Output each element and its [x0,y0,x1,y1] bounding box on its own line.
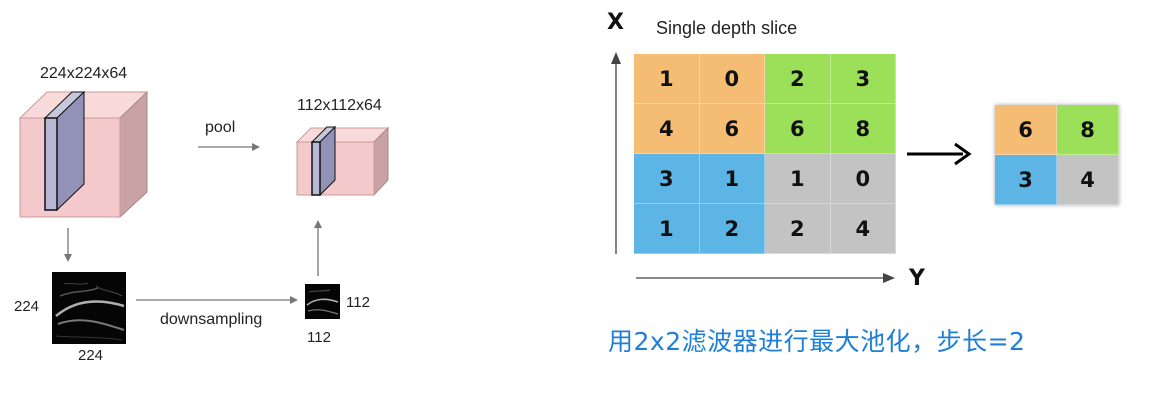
max-pooling-caption: 用2x2滤波器进行最大池化，步长=2 [608,327,1026,356]
down-arrow [64,228,72,262]
output-volume [295,126,390,197]
input-cell-r4-c4: 4 [830,204,896,254]
output-grid: 6834 [995,105,1119,205]
input-volume-label: 224x224x64 [40,65,128,82]
y-axis-label: Y [909,266,925,291]
input-cell-r1-c3: 2 [765,54,831,104]
input-slice-width-label: 224 [78,347,104,364]
x-axis-arrow [611,52,621,254]
input-cell-r3-c3: 1 [765,154,831,204]
y-axis-arrow [636,273,895,283]
input-cell-r1-c2: 0 [699,54,765,104]
output-volume-label: 112x112x64 [297,97,382,114]
input-cell-r1-c4: 3 [830,54,896,104]
input-cell-r4-c2: 2 [699,204,765,254]
input-cell-r1-c1: 1 [634,54,700,104]
output-cell-r1-c1: 6 [995,105,1057,155]
output-cell-r2-c1: 3 [995,155,1057,205]
pool-label: pool [205,119,236,136]
downsampling-arrow [136,296,298,304]
output-slice-height-label: 112 [346,294,370,311]
input-cell-r3-c4: 0 [830,154,896,204]
output-slice-width-label: 112 [307,329,331,346]
single-depth-slice-title: Single depth slice [656,18,798,38]
input-cell-r3-c1: 3 [634,154,700,204]
pool-arrow [198,143,260,151]
x-axis-label: X [607,10,624,35]
input-cell-r2-c4: 8 [830,104,896,154]
input-cell-r3-c2: 1 [699,154,765,204]
input-grid: 1023466831101224 [634,54,896,254]
up-arrow [314,220,322,276]
max-pool-arrow [907,142,972,166]
output-cell-r2-c2: 4 [1057,155,1119,205]
input-cell-r2-c1: 4 [634,104,700,154]
input-feature-map-image [52,272,126,344]
output-cell-r1-c2: 8 [1057,105,1119,155]
input-cell-r4-c3: 2 [765,204,831,254]
input-cell-r2-c2: 6 [699,104,765,154]
downsampling-label: downsampling [160,311,263,328]
input-cell-r4-c1: 1 [634,204,700,254]
output-feature-map-image [305,284,340,319]
input-cell-r2-c3: 6 [765,104,831,154]
input-slice-height-label: 224 [14,298,40,315]
